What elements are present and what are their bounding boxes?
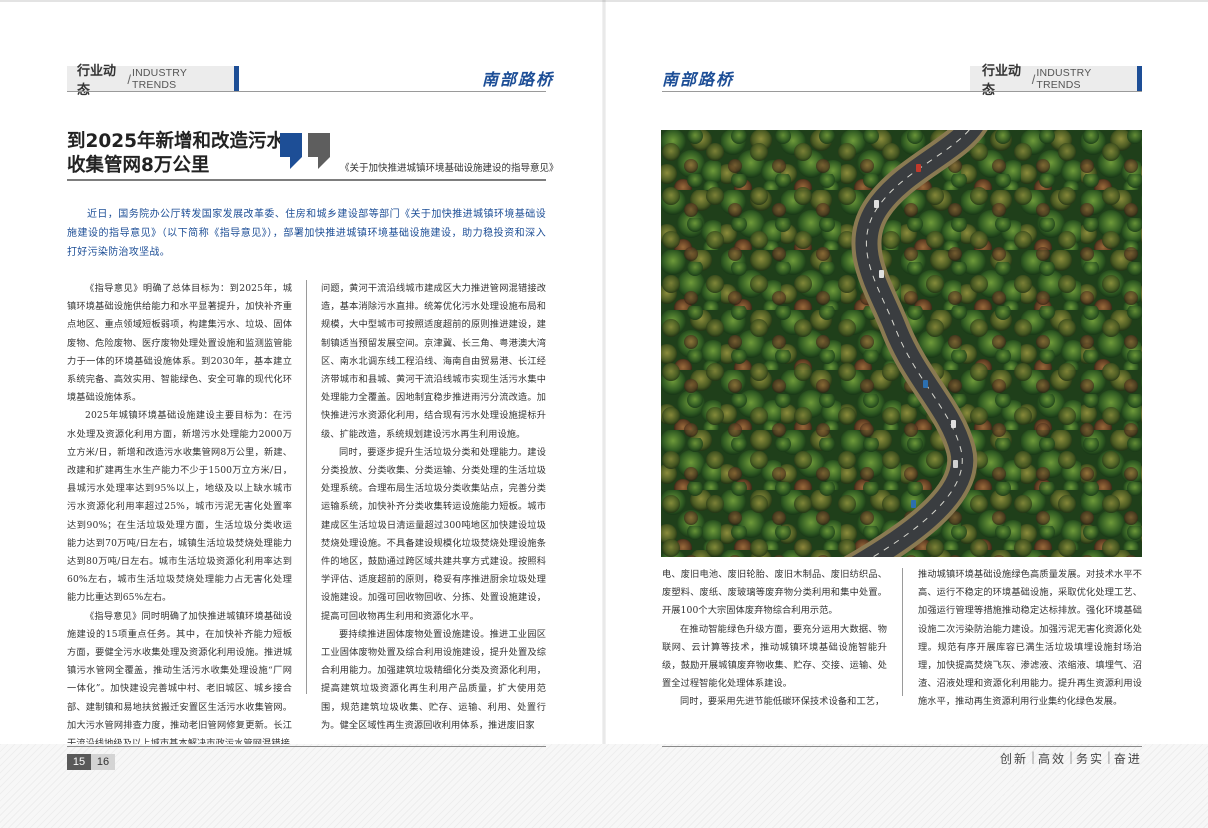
footer-rule-left <box>67 746 546 747</box>
paragraph: 2025年城镇环境基础设施建设主要目标为：在污水处理及资源化利用方面，新增污水处… <box>67 410 292 604</box>
paragraph: 同时，要采用先进节能低碳环保技术设备和工艺， <box>680 696 885 708</box>
section-name-en: INDUSTRY TRENDS <box>1036 67 1092 91</box>
section-name-cn: 行业动态 <box>77 64 117 98</box>
article-subtitle: 《关于加快推进城镇环境基础设施建设的指导意见》 <box>340 163 559 174</box>
article-lead: 近日，国务院办公厅转发国家发展改革委、住房和城乡建设部等部门《关于加快推进城镇环… <box>67 209 546 258</box>
slogan-separator: | <box>1068 750 1073 764</box>
header-rule-right <box>662 91 1142 92</box>
paragraph: 要持续推进固体废物处置设施建设。推进工业园区工业固体废物处置及综合利用设施建设，… <box>321 628 546 731</box>
text-column-1: 《指导意见》明确了总体目标为：到2025年，城镇环境基础设施供给能力和水平显著提… <box>67 280 292 753</box>
header-rule-left <box>67 91 546 92</box>
paragraph: 在推动智能绿色升级方面，要充分运用大数据、物联网、云计算等技术，推动城镇环境基础… <box>662 623 887 690</box>
footer-rule-right <box>662 746 1142 747</box>
article-title: 到2025年新增和改造污水 收集管网8万公里 <box>67 130 297 178</box>
slogan-word: 奋进 <box>1113 752 1142 766</box>
magazine-spread: 行业动态 / INDUSTRY TRENDS 南部路桥 南部路桥 行业动态 / … <box>0 0 1208 828</box>
page-number-right: 16 <box>91 754 115 770</box>
section-tab-accent <box>1137 66 1142 92</box>
text-column-3: 电、废旧电池、废旧轮胎、废旧木制品、废旧纺织品、废塑料、废纸、废玻璃等废弃物分类… <box>662 566 887 712</box>
column-divider <box>306 280 307 694</box>
footer-slogan: 创新 | 高效 | 务实 | 奋进 <box>1000 750 1142 767</box>
page-number-left: 15 <box>67 754 91 770</box>
section-tab-left: 行业动态 / INDUSTRY TRENDS <box>67 64 239 98</box>
brand-logo-right: 南部路桥 <box>662 70 735 89</box>
slogan-separator: | <box>1106 750 1111 764</box>
text-column-2: 问题，黄河干流沿线城市建成区大力推进管网混错接改造，基本消除污水直排。统筹优化污… <box>321 280 546 735</box>
section-name-cn: 行业动态 <box>982 64 1022 98</box>
column-divider <box>902 568 903 696</box>
slogan-separator: | <box>1030 750 1036 764</box>
title-rule <box>67 179 546 181</box>
quote-mark-icon <box>280 133 330 169</box>
section-name-en: INDUSTRY TRENDS <box>132 67 187 91</box>
section-tab-accent <box>234 66 239 92</box>
paragraph: 《指导意见》明确了总体目标为：到2025年，城镇环境基础设施供给能力和水平显著提… <box>67 283 292 404</box>
forest-road-aerial-photo <box>661 130 1142 557</box>
forest-road-photo-icon <box>661 130 1142 557</box>
slogan-word: 创新 <box>1000 752 1029 766</box>
paragraph: 推动城镇环境基础设施绿色高质量发展。对技术水平不高、运行不稳定的环境基础设施，采… <box>918 569 1142 708</box>
text-column-4: 推动城镇环境基础设施绿色高质量发展。对技术水平不高、运行不稳定的环境基础设施，采… <box>918 566 1142 712</box>
title-line-1: 到2025年新增和改造污水 <box>67 131 285 152</box>
slogan-word: 高效 <box>1037 752 1066 766</box>
section-tab-right: 行业动态 / INDUSTRY TRENDS <box>970 64 1142 98</box>
slogan-word: 务实 <box>1075 752 1104 766</box>
paragraph: 问题，黄河干流沿线城市建成区大力推进管网混错接改造，基本消除污水直排。统筹优化污… <box>321 283 546 440</box>
page-fold <box>602 0 606 828</box>
paragraph: 《指导意见》同时明确了加快推进城镇环境基础设施建设的15项重点任务。其中，在加快… <box>67 610 292 749</box>
paragraph: 电、废旧电池、废旧轮胎、废旧木制品、废旧纺织品、废塑料、废纸、废玻璃等废弃物分类… <box>662 569 887 617</box>
paragraph: 同时，要逐步提升生活垃圾分类和处理能力。建设分类投放、分类收集、分类运输、分类处… <box>321 446 546 622</box>
section-slash: / <box>1031 71 1036 87</box>
section-slash: / <box>127 71 131 87</box>
title-line-2: 收集管网8万公里 <box>67 155 210 176</box>
brand-logo-left: 南部路桥 <box>482 70 555 89</box>
